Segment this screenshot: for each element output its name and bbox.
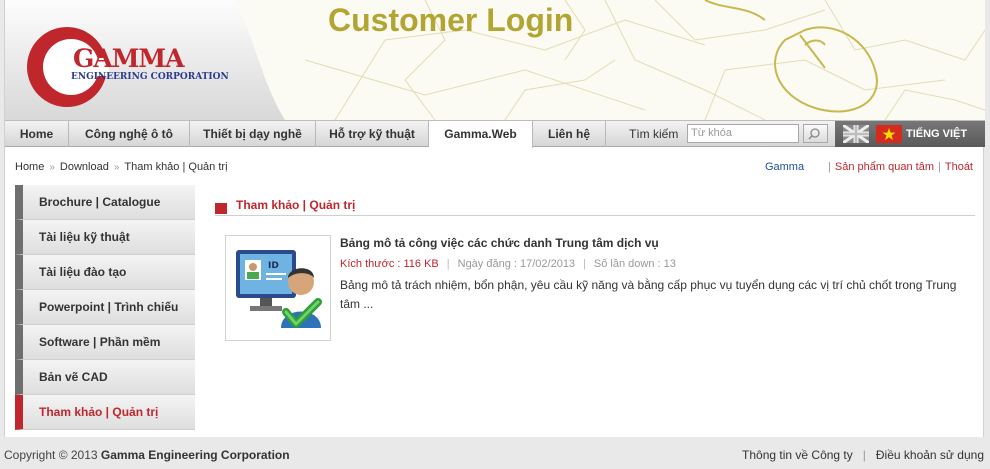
footer-link-terms[interactable]: Điều khoản sử dụng (876, 448, 984, 462)
footer-links: Thông tin về Công ty | Điều khoản sử dụng (742, 448, 984, 462)
sidebar-item-label: Powerpoint | Trình chiếu (39, 300, 179, 314)
download-categories: Brochure | Catalogue Tài liệu kỹ thuật T… (15, 185, 195, 430)
breadcrumb-download[interactable]: Download (60, 161, 109, 173)
search-label: Tìm kiếm (629, 127, 679, 141)
sidebar-item-label: Software | Phần mềm (39, 335, 161, 349)
breadcrumb-home[interactable]: Home (15, 161, 44, 173)
search-input[interactable]: Từ khóa (687, 124, 799, 143)
sidebar-item-powerpoint[interactable]: Powerpoint | Trình chiếu (15, 290, 195, 325)
sidebar-item-label: Bản vẽ CAD (39, 370, 108, 384)
document-size: Kích thước : 116 KB (340, 258, 439, 270)
favorites-link[interactable]: Sản phẩm quan tâm (835, 161, 934, 173)
sidebar-item-label: Tài liệu đào tạo (39, 265, 127, 279)
nav-item-training-equipment[interactable]: Thiết bị dạy nghề (190, 121, 316, 147)
vietnam-flag-icon[interactable] (876, 125, 902, 143)
document-downloads: Số lần down : 13 (593, 258, 676, 270)
link-divider: | (828, 161, 831, 173)
logo-subtitle: ENGINEERING CORPORATION (71, 72, 229, 82)
sidebar-item-brochure[interactable]: Brochure | Catalogue (15, 185, 195, 220)
language-label[interactable]: TIẾNG VIỆT (906, 121, 967, 147)
document-description: Bảng mô tả trách nhiệm, bổn phận, yêu cầ… (340, 278, 957, 311)
logo-panel: GAMMA ENGINEERING CORPORATION (5, 0, 285, 120)
account-links: Gamma | Sản phẩm quan tâm | Thoát (765, 161, 973, 173)
logout-link[interactable]: Thoát (945, 161, 973, 173)
nav-item-gamma-web[interactable]: Gamma.Web (429, 121, 533, 148)
document-title[interactable]: Bảng mô tả công việc các chức danh Trung… (340, 236, 659, 250)
star-icon (882, 128, 896, 140)
search-icon (808, 128, 820, 140)
sidebar-item-training-docs[interactable]: Tài liệu đào tạo (15, 255, 195, 290)
footer-link-about[interactable]: Thông tin về Công ty (742, 448, 853, 462)
site-container: GAMMA ENGINEERING CORPORATION Customer L… (4, 0, 985, 437)
page-title: Customer Login (328, 2, 574, 38)
link-divider: | (938, 161, 941, 173)
link-divider: | (862, 448, 866, 462)
sidebar-item-reference[interactable]: Tham khảo | Quản trị (15, 395, 195, 430)
main-nav: Home Công nghệ ô tô Thiết bị dạy nghề Hỗ… (5, 120, 985, 148)
document-date: Ngày đăng : 17/02/2013 (457, 258, 576, 270)
copyright: Copyright © 2013 Gamma Engineering Corpo… (4, 448, 290, 462)
document-meta: Kích thước : 116 KB | Ngày đăng : 17/02/20… (340, 258, 676, 270)
breadcrumb-current: Tham khảo | Quản trị (124, 161, 228, 173)
uk-flag-icon[interactable] (843, 125, 869, 143)
site-header: GAMMA ENGINEERING CORPORATION Customer L… (5, 0, 985, 120)
sidebar-item-technical-docs[interactable]: Tài liệu kỹ thuật (15, 220, 195, 255)
sidebar-item-software[interactable]: Software | Phần mềm (15, 325, 195, 360)
breadcrumb-separator-icon: » (49, 162, 55, 173)
sidebar-item-label: Tham khảo | Quản trị (39, 405, 159, 419)
id-card-user-check-icon: ID (236, 250, 322, 328)
copyright-text: Copyright © 2013 (4, 448, 98, 462)
breadcrumb-separator-icon: » (113, 162, 120, 173)
section-marker-icon (215, 203, 227, 214)
page: GAMMA ENGINEERING CORPORATION Customer L… (0, 0, 990, 469)
user-link-gamma[interactable]: Gamma (765, 161, 804, 173)
sidebar-item-label: Brochure | Catalogue (39, 195, 161, 209)
meta-divider: | (446, 258, 450, 270)
company-name: Gamma Engineering Corporation (100, 448, 290, 462)
svg-text:ID: ID (268, 261, 279, 271)
logo-wordmark[interactable]: GAMMA (73, 44, 184, 73)
nav-item-automotive[interactable]: Công nghệ ô tô (69, 121, 190, 147)
language-bar: TIẾNG VIỆT (835, 121, 985, 147)
section-header: Tham khảo | Quản trị (215, 196, 975, 216)
breadcrumb: Home » Download » Tham khảo | Quản trị (15, 161, 228, 173)
nav-item-tech-support[interactable]: Hỗ trợ kỹ thuật (316, 121, 429, 147)
site-footer: Copyright © 2013 Gamma Engineering Corpo… (4, 444, 984, 466)
sidebar-item-cad[interactable]: Bản vẽ CAD (15, 360, 195, 395)
section-title: Tham khảo | Quản trị (236, 198, 356, 212)
nav-item-home[interactable]: Home (5, 121, 69, 147)
sidebar-item-label: Tài liệu kỹ thuật (39, 230, 130, 244)
search-button[interactable] (803, 124, 828, 143)
meta-divider: | (583, 258, 586, 270)
nav-item-contact[interactable]: Liên hệ (533, 121, 606, 147)
document-thumbnail[interactable]: ID (225, 235, 331, 341)
